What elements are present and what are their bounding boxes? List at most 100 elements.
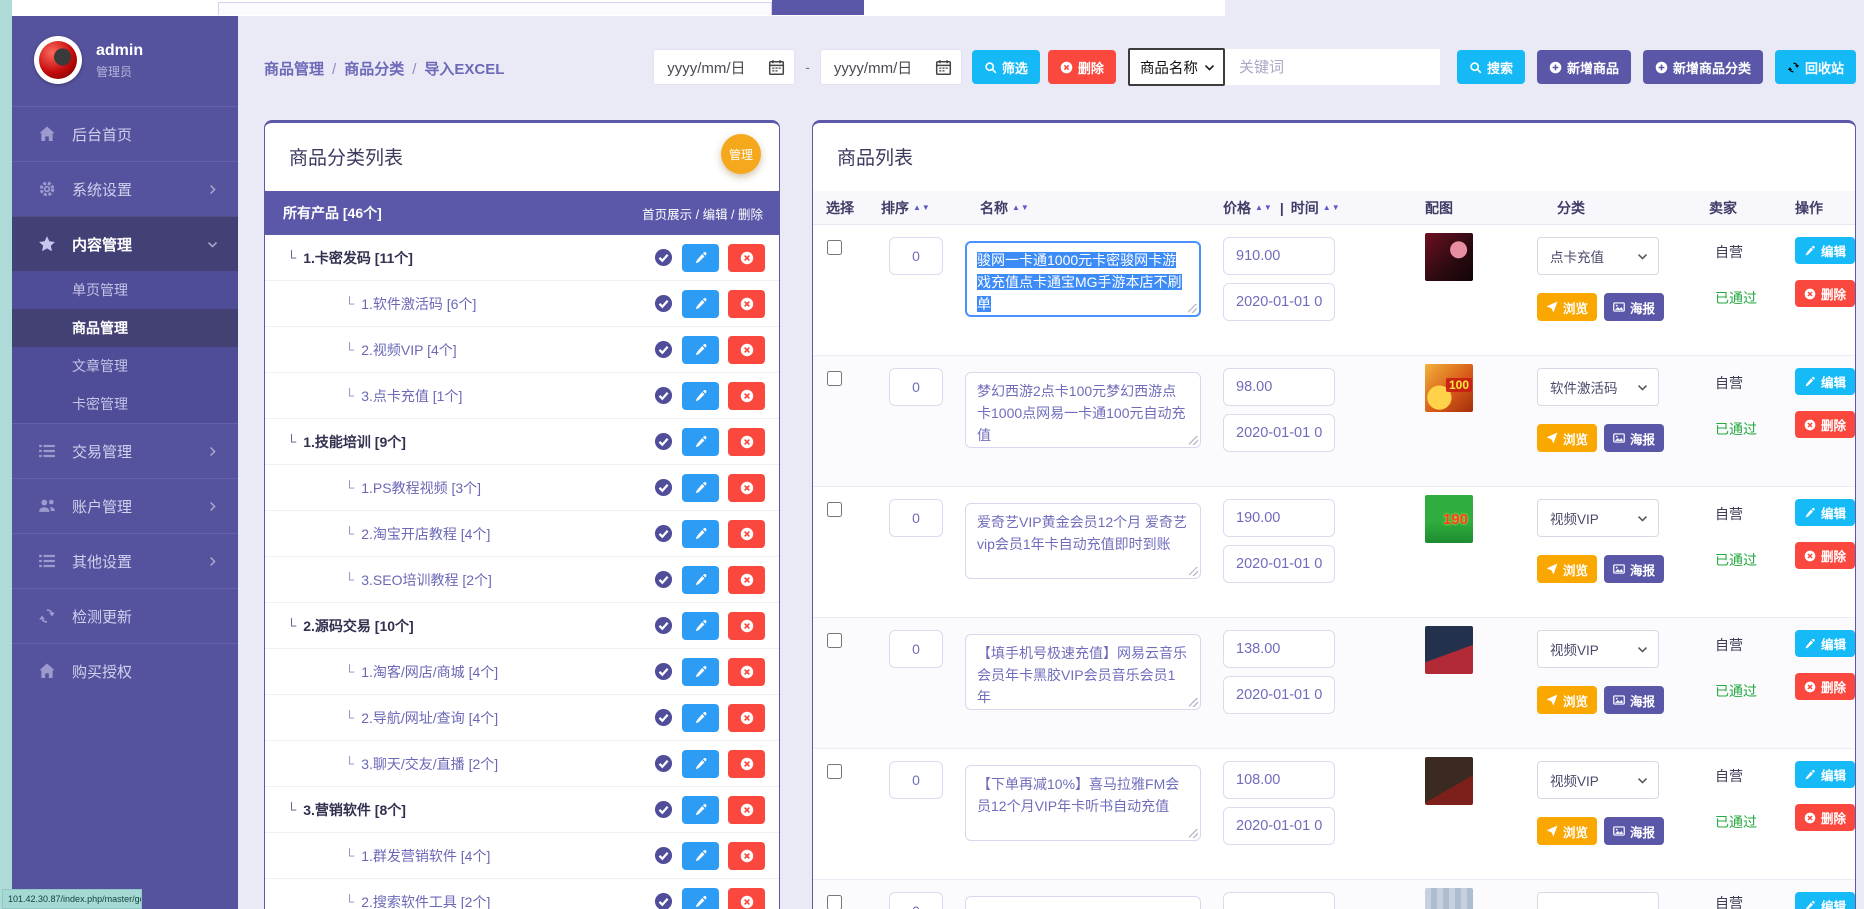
cutoff-submit-button[interactable]: [772, 0, 864, 15]
edit-category-button[interactable]: [682, 520, 719, 548]
cutoff-text-input[interactable]: [218, 2, 772, 15]
add-product-button[interactable]: 新增商品: [1537, 50, 1631, 84]
delete-category-button[interactable]: [728, 520, 765, 548]
edit-product-button[interactable]: 编辑: [1795, 892, 1855, 909]
row-select-checkbox[interactable]: [827, 240, 842, 255]
price-input[interactable]: [1223, 761, 1335, 799]
poster-button[interactable]: 海报: [1604, 424, 1664, 452]
delete-product-button[interactable]: 删除: [1795, 411, 1855, 438]
browse-button[interactable]: 浏览: [1537, 424, 1597, 452]
edit-category-button[interactable]: [682, 244, 719, 272]
batch-delete-button[interactable]: 删除: [1048, 50, 1116, 84]
delete-product-button[interactable]: 删除: [1795, 280, 1855, 307]
poster-button[interactable]: 海报: [1604, 555, 1664, 583]
poster-button[interactable]: 海报: [1604, 686, 1664, 714]
sort-input[interactable]: [889, 630, 943, 668]
sidebar-item-account-management[interactable]: 账户管理: [12, 478, 238, 533]
breadcrumb-item[interactable]: 商品分类: [344, 61, 404, 78]
delete-product-button[interactable]: 删除: [1795, 804, 1855, 831]
home-display-check-icon[interactable]: [654, 892, 673, 909]
row-select-checkbox[interactable]: [827, 502, 842, 517]
time-input[interactable]: [1223, 414, 1335, 452]
home-display-check-icon[interactable]: [654, 248, 673, 267]
delete-category-button[interactable]: [728, 428, 765, 456]
edit-category-button[interactable]: [682, 612, 719, 640]
price-input[interactable]: [1223, 237, 1335, 275]
name-textarea[interactable]: 【填手机号极速充值】网易云音乐会员年卡黑胶VIP会员音乐会员1年: [965, 634, 1201, 710]
sort-input[interactable]: [889, 761, 943, 799]
filter-button[interactable]: 筛选: [972, 50, 1040, 84]
category-select[interactable]: 视频VIP: [1537, 630, 1659, 668]
delete-category-button[interactable]: [728, 796, 765, 824]
home-display-check-icon[interactable]: [654, 570, 673, 589]
sidebar-item-content-management[interactable]: 内容管理: [12, 216, 238, 271]
breadcrumb-item[interactable]: 导入EXCEL: [424, 61, 504, 78]
home-display-check-icon[interactable]: [654, 340, 673, 359]
home-display-check-icon[interactable]: [654, 662, 673, 681]
home-display-check-icon[interactable]: [654, 432, 673, 451]
category-select[interactable]: [1537, 892, 1659, 909]
edit-category-button[interactable]: [682, 842, 719, 870]
delete-category-button[interactable]: [728, 750, 765, 778]
add-category-button[interactable]: 新增商品分类: [1643, 50, 1763, 84]
breadcrumb-item[interactable]: 商品管理: [264, 61, 324, 78]
home-display-check-icon[interactable]: [654, 386, 673, 405]
sidebar-item-system-settings[interactable]: 系统设置: [12, 161, 238, 216]
edit-product-button[interactable]: 编辑: [1795, 368, 1855, 395]
delete-category-button[interactable]: [728, 704, 765, 732]
time-input[interactable]: [1223, 545, 1335, 583]
delete-category-button[interactable]: [728, 888, 765, 909]
edit-category-button[interactable]: [682, 336, 719, 364]
calendar-icon[interactable]: [768, 59, 785, 76]
browse-button[interactable]: 浏览: [1537, 817, 1597, 845]
home-display-check-icon[interactable]: [654, 846, 673, 865]
edit-category-button[interactable]: [682, 704, 719, 732]
sort-arrows[interactable]: ▲▼: [913, 203, 931, 212]
home-display-check-icon[interactable]: [654, 294, 673, 313]
delete-category-button[interactable]: [728, 566, 765, 594]
sidebar-item-buy-license[interactable]: 购买授权: [12, 643, 238, 698]
sidebar-item-check-update[interactable]: 检测更新: [12, 588, 238, 643]
sidebar-item-dashboard[interactable]: 后台首页: [12, 106, 238, 161]
time-input[interactable]: [1223, 807, 1335, 845]
sort-input[interactable]: [889, 892, 943, 909]
category-select[interactable]: 点卡充值: [1537, 237, 1659, 275]
home-display-check-icon[interactable]: [654, 524, 673, 543]
name-textarea[interactable]: 梦幻西游2点卡100元梦幻西游点卡1000点网易一卡通100元自动充值: [965, 372, 1201, 448]
category-select[interactable]: 视频VIP: [1537, 761, 1659, 799]
delete-category-button[interactable]: [728, 336, 765, 364]
delete-category-button[interactable]: [728, 244, 765, 272]
browse-button[interactable]: 浏览: [1537, 686, 1597, 714]
edit-category-button[interactable]: [682, 750, 719, 778]
row-select-checkbox[interactable]: [827, 371, 842, 386]
edit-category-button[interactable]: [682, 796, 719, 824]
edit-category-button[interactable]: [682, 566, 719, 594]
price-input[interactable]: [1223, 630, 1335, 668]
delete-category-button[interactable]: [728, 658, 765, 686]
search-type-select[interactable]: 商品名称: [1128, 48, 1225, 86]
calendar-icon[interactable]: [935, 59, 952, 76]
edit-product-button[interactable]: 编辑: [1795, 630, 1855, 657]
sort-input[interactable]: [889, 499, 943, 537]
manage-button[interactable]: 管理: [721, 134, 761, 174]
edit-product-button[interactable]: 编辑: [1795, 499, 1855, 526]
category-select[interactable]: 视频VIP: [1537, 499, 1659, 537]
edit-product-button[interactable]: 编辑: [1795, 761, 1855, 788]
home-display-check-icon[interactable]: [654, 800, 673, 819]
home-display-check-icon[interactable]: [654, 708, 673, 727]
keyword-input[interactable]: [1225, 48, 1441, 86]
row-select-checkbox[interactable]: [827, 633, 842, 648]
row-select-checkbox[interactable]: [827, 764, 842, 779]
home-display-check-icon[interactable]: [654, 478, 673, 497]
price-input[interactable]: [1223, 368, 1335, 406]
sidebar-item-single-page[interactable]: 单页管理: [12, 271, 238, 309]
date-to-input[interactable]: yyyy/mm/日: [820, 49, 962, 85]
sidebar-item-article-management[interactable]: 文章管理: [12, 347, 238, 385]
sidebar-item-other-settings[interactable]: 其他设置: [12, 533, 238, 588]
delete-product-button[interactable]: 删除: [1795, 673, 1855, 700]
sidebar-item-goods-management[interactable]: 商品管理: [12, 309, 238, 347]
row-select-checkbox[interactable]: [827, 895, 842, 909]
home-display-check-icon[interactable]: [654, 754, 673, 773]
price-input[interactable]: [1223, 892, 1335, 909]
edit-category-button[interactable]: [682, 382, 719, 410]
